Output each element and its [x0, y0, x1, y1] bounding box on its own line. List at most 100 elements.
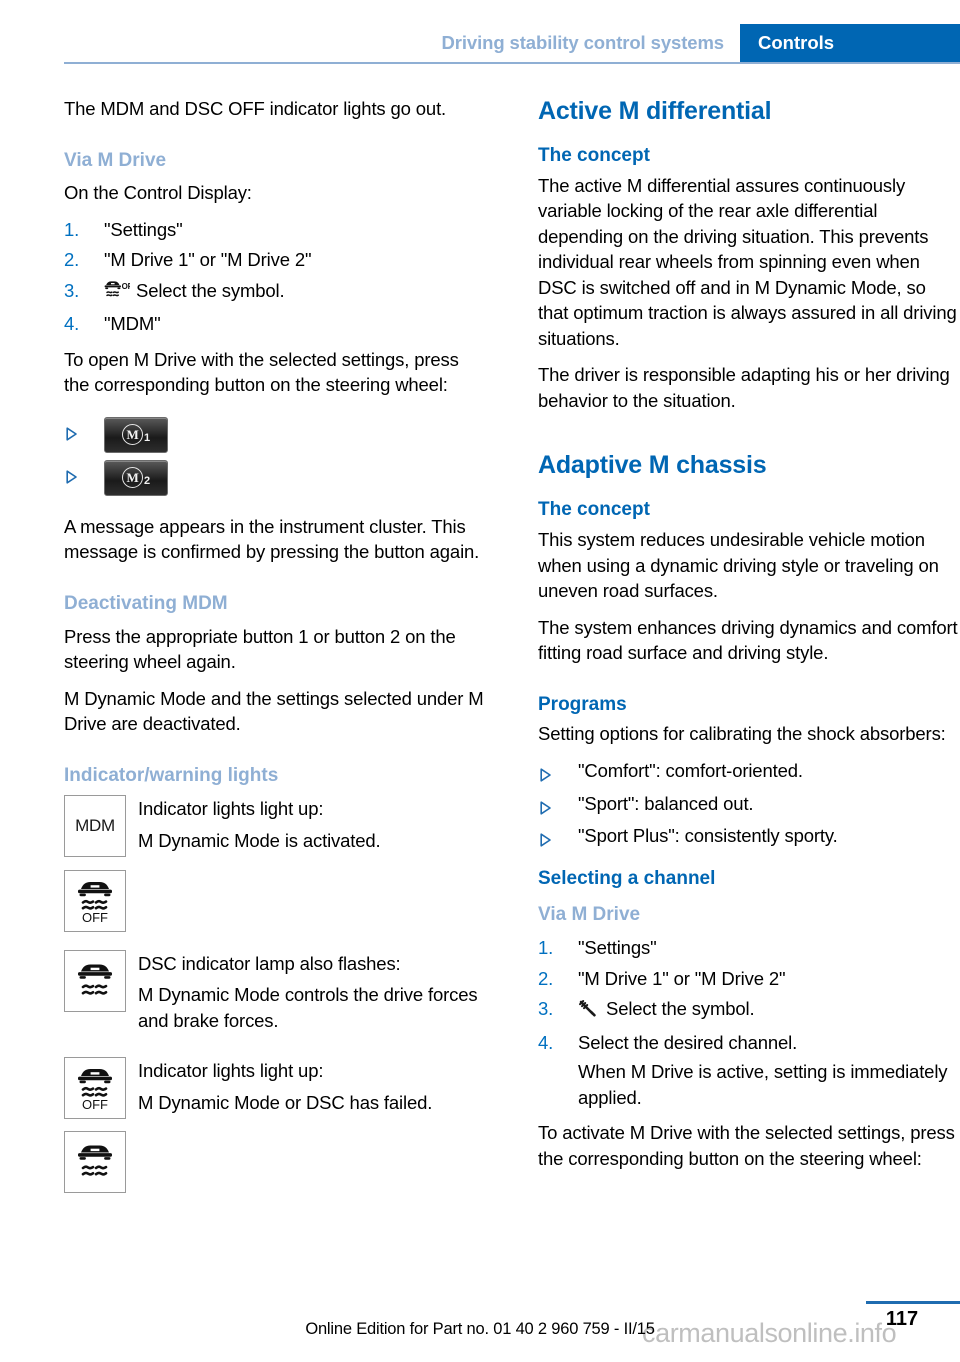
step-item: "MDM"	[64, 311, 486, 337]
left-column: The MDM and DSC OFF indicator lights go …	[64, 96, 486, 1203]
header-divider-rule	[64, 62, 960, 64]
dsc-off-icon: OFF	[104, 280, 138, 307]
step-note: When M Drive is active, setting is immed…	[578, 1061, 948, 1108]
adaptive-paragraph-1: This system reduces undesirable vehicle …	[538, 529, 939, 602]
heading-indicator-warning-lights: Indicator/warning lights	[64, 764, 279, 786]
page-header: Driving stability control systems Contro…	[0, 24, 960, 64]
step-item: "M Drive 1" or "M Drive 2"	[538, 966, 960, 992]
list-item: M 2	[64, 459, 486, 496]
m-button-content: M 1	[105, 418, 167, 452]
header-chapter-title: Driving stability control systems	[441, 32, 724, 53]
off-text: OFF	[82, 910, 108, 925]
dsc-off-icon: OFF	[64, 869, 126, 932]
header-row: Driving stability control systems Contro…	[0, 24, 960, 62]
list-item: "Comfort": comfort-oriented.	[538, 758, 960, 784]
triangle-bullet-icon	[66, 465, 78, 484]
m-button-label: M	[122, 467, 144, 489]
step-text: "Settings"	[104, 218, 183, 240]
heading-selecting-a-channel: Selecting a channel	[538, 867, 716, 889]
indicator-line: Indicator lights light up:	[138, 1060, 324, 1082]
indicator-line: DSC indicator lamp also flashes:	[138, 952, 401, 974]
indicator-line: M Dynamic Mode is activated.	[138, 829, 381, 851]
header-section-title: Controls	[740, 24, 960, 62]
triangle-bullet-icon	[540, 763, 552, 782]
indicator-line: M Dynamic Mode or DSC has failed.	[138, 1091, 433, 1113]
edition-text: Online Edition for Part no. 01 40 2 960 …	[305, 1320, 655, 1338]
m-drive-button-1[interactable]: M 1	[104, 416, 168, 453]
step-item: Select the desired channel. When M Drive…	[538, 1030, 960, 1111]
indicator-description: Indicator lights light up: M Dynamic Mod…	[138, 795, 381, 859]
m-button-content: M 2	[105, 461, 167, 495]
heading-deactivating-mdm: Deactivating MDM	[64, 592, 228, 614]
step-text: Select the symbol.	[606, 998, 755, 1020]
step-item: OFF Select the symbol.	[64, 278, 486, 307]
control-display-lead: On the Control Display:	[64, 182, 252, 204]
active-differential-paragraph-1: The active M differential assures contin…	[538, 174, 957, 349]
step-item: "Settings"	[64, 217, 486, 243]
m-drive-button-2[interactable]: M 2	[104, 459, 168, 496]
program-label: "Comfort": comfort-oriented.	[578, 759, 803, 781]
triangle-bullet-icon	[540, 796, 552, 815]
svg-text:OFF: OFF	[122, 282, 130, 291]
dsc-icon	[64, 949, 126, 1012]
heading-the-concept-chassis: The concept	[538, 499, 650, 521]
program-label: "Sport Plus": consistently sporty.	[578, 825, 838, 847]
m-button-subscript: 2	[144, 474, 150, 487]
step-text: "Settings"	[578, 937, 657, 959]
page-number-rule	[866, 1301, 960, 1304]
intro-paragraph: The MDM and DSC OFF indicator lights go …	[64, 98, 447, 119]
list-item: M 1	[64, 416, 486, 453]
list-item: "Sport": balanced out.	[538, 791, 960, 817]
heading-via-m-drive: Via M Drive	[64, 149, 167, 171]
programs-lead: Setting options for calibrating the shoc…	[538, 723, 946, 745]
step-text: Select the desired channel.	[578, 1031, 798, 1053]
heading-adaptive-m-chassis: Adaptive M chassis	[538, 451, 767, 480]
programs-list: "Comfort": comfort-oriented. "Sport": ba…	[538, 758, 960, 849]
indicator-line: M Dynamic Mode controls the drive forces…	[138, 984, 478, 1031]
shock-absorber-icon	[578, 998, 600, 1025]
mdm-text-icon: MDM	[64, 795, 126, 858]
m-button-subscript: 1	[144, 431, 150, 444]
indicator-row: OFF	[64, 869, 486, 932]
heading-programs: Programs	[538, 693, 627, 715]
via-m-drive-steps: "Settings" "M Drive 1" or "M Drive 2" O …	[64, 217, 486, 337]
indicator-row: OFF Indicator lights light up: M Dynamic…	[64, 1057, 486, 1121]
step-item: Select the symbol.	[538, 996, 960, 1025]
deactivating-paragraph-2: M Dynamic Mode and the settings selected…	[64, 687, 484, 735]
step-item: "Settings"	[538, 935, 960, 961]
heading-the-concept-differential: The concept	[538, 145, 650, 166]
program-label: "Sport": balanced out.	[578, 792, 754, 814]
triangle-bullet-icon	[540, 828, 552, 847]
page-footer: Online Edition for Part no. 01 40 2 960 …	[0, 1320, 960, 1339]
indicator-description: Indicator lights light up: M Dynamic Mod…	[138, 1057, 432, 1121]
triangle-bullet-icon	[66, 422, 78, 441]
step-text: Select the symbol.	[136, 279, 285, 301]
indicator-line: Indicator lights light up:	[138, 798, 324, 820]
list-item: "Sport Plus": consistently sporty.	[538, 823, 960, 849]
heading-via-m-drive-right: Via M Drive	[538, 904, 641, 926]
m-button-label: M	[122, 424, 144, 446]
deactivating-paragraph-1: Press the appropriate button 1 or button…	[64, 625, 456, 673]
active-differential-paragraph-2: The driver is responsible adapting his o…	[538, 364, 950, 411]
heading-active-m-differential: Active M differential	[538, 97, 772, 125]
dsc-off-icon: OFF	[64, 1057, 126, 1120]
off-text: OFF	[82, 1097, 108, 1112]
step-text: "M Drive 1" or "M Drive 2"	[104, 249, 312, 271]
dsc-icon	[64, 1131, 126, 1194]
activate-m-drive-paragraph: To activate M Drive with the selected se…	[538, 1122, 955, 1169]
message-paragraph: A message appears in the instrument clus…	[64, 515, 480, 563]
step-text: "M Drive 1" or "M Drive 2"	[578, 967, 786, 989]
content-columns: The MDM and DSC OFF indicator lights go …	[64, 96, 960, 1203]
indicator-row: DSC indicator lamp also flashes: M Dynam…	[64, 949, 486, 1040]
indicator-row: MDM Indicator lights light up: M Dynamic…	[64, 795, 486, 859]
m-button-list: M 1 M 2	[64, 416, 486, 496]
